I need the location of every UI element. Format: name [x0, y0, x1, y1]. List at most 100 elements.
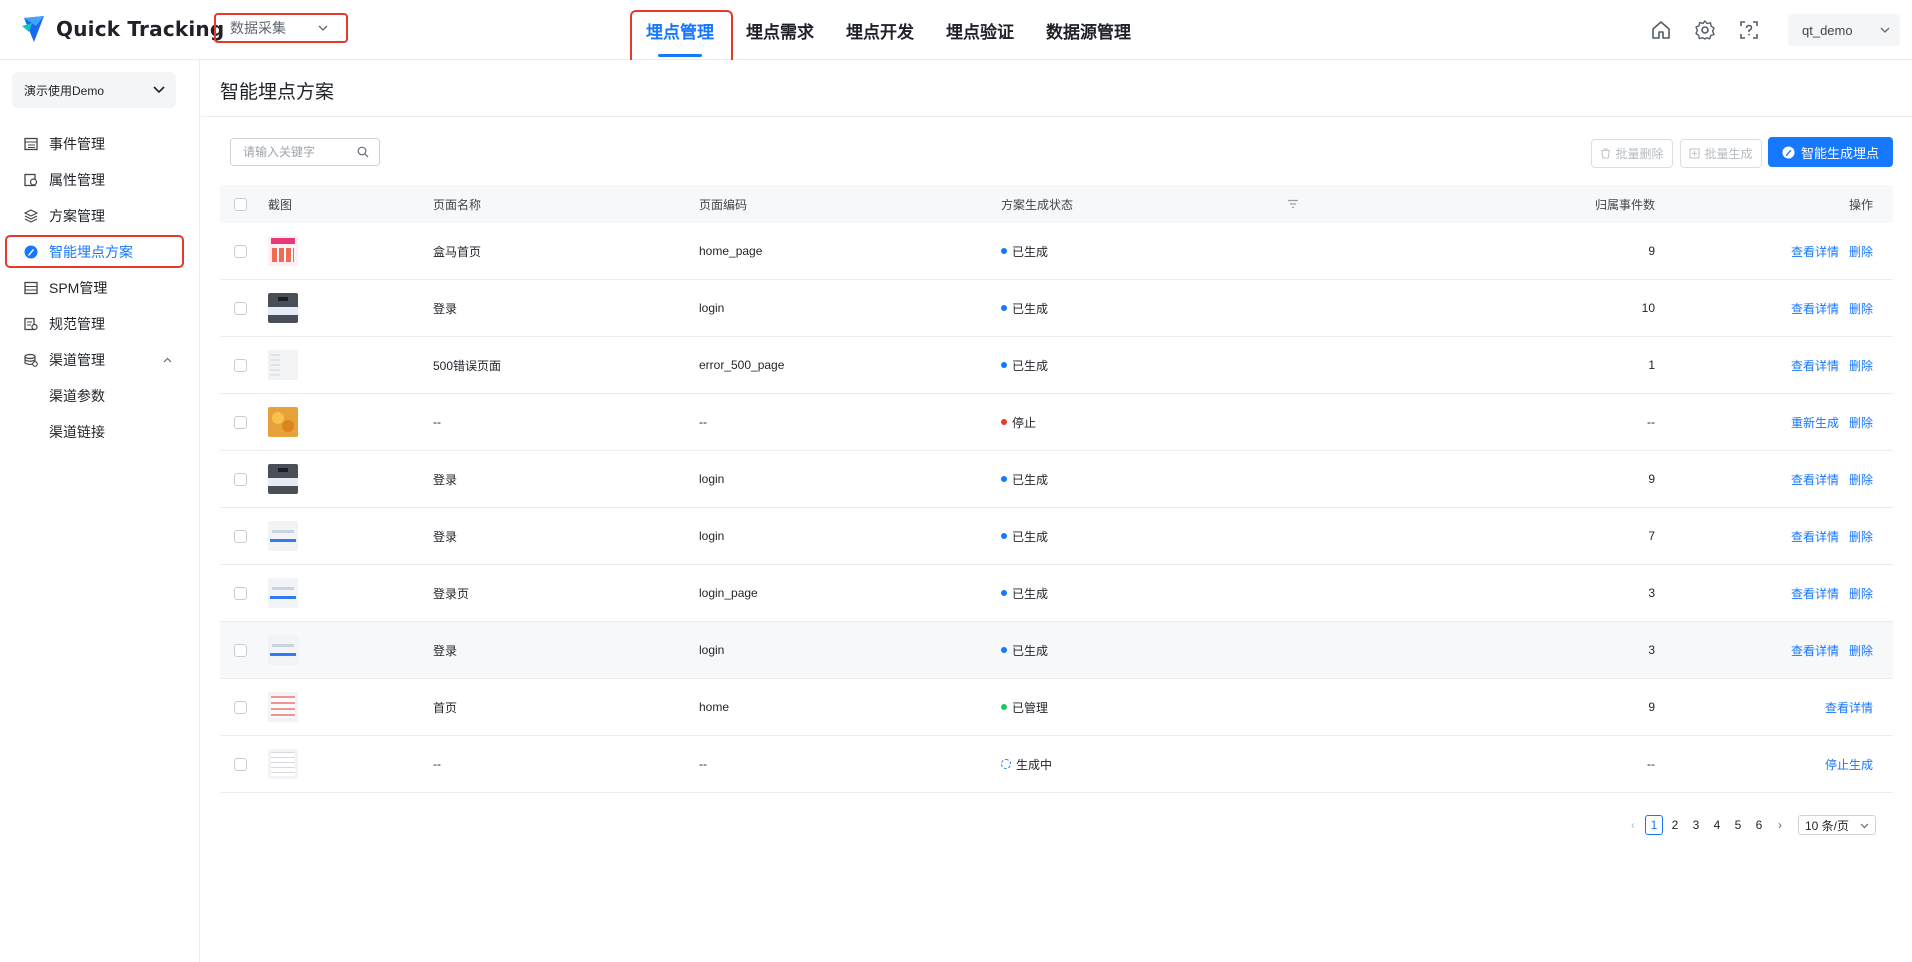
search-input[interactable] [243, 145, 353, 159]
status-dot-icon [1001, 248, 1007, 254]
event-count: 3 [1648, 586, 1655, 600]
table-row: 500错误页面 error_500_page 已生成 1 查看详情 删除 [220, 337, 1893, 394]
batch-generate-button[interactable]: 批量生成 [1680, 139, 1762, 168]
project-select[interactable]: 演示使用Demo [12, 72, 176, 108]
row-checkbox[interactable] [234, 586, 247, 600]
status-dot-icon [1001, 590, 1007, 596]
delete-link[interactable]: 删除 [1849, 414, 1873, 431]
sidebar-item-specs[interactable]: 规范管理 [0, 306, 200, 342]
select-all-checkbox[interactable] [234, 197, 247, 211]
sidebar-item-channel-params[interactable]: 渠道参数 [0, 378, 200, 414]
page-item[interactable]: 5 [1729, 815, 1747, 835]
sidebar-item-smart-tracking[interactable]: 智能埋点方案 [0, 234, 200, 270]
sidebar-item-events[interactable]: 事件管理 [0, 126, 200, 162]
row-checkbox[interactable] [234, 472, 247, 486]
home-icon[interactable] [1650, 19, 1672, 41]
next-page-icon[interactable]: › [1771, 815, 1789, 835]
nav-tracking-development[interactable]: 埋点开发 [830, 0, 930, 60]
search-field[interactable] [230, 138, 380, 166]
actions-cell: 查看详情 删除 [1655, 451, 1873, 507]
stop-generate-link[interactable]: 停止生成 [1825, 756, 1873, 773]
business-select[interactable]: 数据采集 [214, 13, 348, 43]
delete-link[interactable]: 删除 [1849, 471, 1873, 488]
sidebar-item-plans[interactable]: 方案管理 [0, 198, 200, 234]
trash-icon [1601, 148, 1611, 159]
column-header: 页面名称 [433, 197, 482, 212]
sidebar-item-channels[interactable]: 渠道管理 [0, 342, 200, 378]
delete-link[interactable]: 删除 [1849, 300, 1873, 317]
row-checkbox[interactable] [234, 757, 247, 771]
sidebar-item-properties[interactable]: 属性管理 [0, 162, 200, 198]
page-title: 智能埋点方案 [220, 82, 335, 103]
page-item[interactable]: 1 [1645, 815, 1663, 835]
screenshot-thumbnail[interactable] [268, 350, 298, 380]
view-details-link[interactable]: 查看详情 [1791, 585, 1839, 602]
page-size-select[interactable]: 10 条/页 [1798, 815, 1876, 835]
delete-link[interactable]: 删除 [1849, 243, 1873, 260]
regenerate-link[interactable]: 重新生成 [1791, 414, 1839, 431]
nav-tracking-verification[interactable]: 埋点验证 [930, 0, 1030, 60]
screenshot-thumbnail[interactable] [268, 635, 298, 665]
row-checkbox[interactable] [234, 415, 247, 429]
status-cell: 已生成 [1001, 565, 1048, 621]
delete-link[interactable]: 删除 [1849, 585, 1873, 602]
event-count-cell: 9 [1320, 451, 1655, 507]
event-count: 9 [1648, 472, 1655, 486]
filter-icon[interactable] [1287, 199, 1299, 209]
view-details-link[interactable]: 查看详情 [1791, 528, 1839, 545]
user-menu[interactable]: qt_demo [1788, 14, 1900, 46]
screenshot-thumbnail[interactable] [268, 749, 298, 779]
view-details-link[interactable]: 查看详情 [1791, 357, 1839, 374]
page-name: 登录 [433, 301, 458, 316]
row-check-cell [234, 280, 247, 336]
page-item[interactable]: 6 [1750, 815, 1768, 835]
row-checkbox[interactable] [234, 700, 247, 714]
view-details-link[interactable]: 查看详情 [1791, 300, 1839, 317]
row-checkbox[interactable] [234, 244, 247, 258]
row-checkbox[interactable] [234, 529, 247, 543]
main-content: 智能埋点方案 批量删除 批量生成 智能生成埋点 截图 页面名称 页面编码 方案生… [201, 60, 1912, 962]
delete-link[interactable]: 删除 [1849, 357, 1873, 374]
smart-icon [1782, 145, 1795, 159]
page-item[interactable]: 4 [1708, 815, 1726, 835]
page-name-cell: 登录 [433, 622, 457, 678]
page-item[interactable]: 2 [1666, 815, 1684, 835]
nav-tracking-management[interactable]: 埋点管理 [630, 0, 733, 69]
row-checkbox[interactable] [234, 358, 247, 372]
screenshot-thumbnail[interactable] [268, 236, 298, 266]
app-logo[interactable]: Quick Tracking [20, 14, 224, 44]
sidebar-item-channel-links[interactable]: 渠道链接 [0, 414, 200, 450]
row-checkbox[interactable] [234, 643, 247, 657]
screenshot-thumbnail[interactable] [268, 521, 298, 551]
view-details-link[interactable]: 查看详情 [1791, 243, 1839, 260]
column-header: 页面编码 [699, 197, 748, 212]
nav-label: 埋点需求 [746, 22, 814, 42]
screenshot-thumbnail[interactable] [268, 578, 298, 608]
help-scan-icon[interactable] [1738, 19, 1760, 41]
logo-icon [22, 16, 44, 42]
screenshot-thumbnail[interactable] [268, 692, 298, 722]
header-check-cell [234, 185, 247, 223]
row-checkbox[interactable] [234, 301, 247, 315]
view-details-link[interactable]: 查看详情 [1825, 699, 1873, 716]
sidebar-item-spm[interactable]: SPM管理 [0, 270, 200, 306]
view-details-link[interactable]: 查看详情 [1791, 642, 1839, 659]
nav-tracking-requirements[interactable]: 埋点需求 [730, 0, 830, 60]
page-code: login [699, 301, 725, 315]
nav-datasource-management[interactable]: 数据源管理 [1030, 0, 1147, 60]
batch-delete-button[interactable]: 批量删除 [1591, 139, 1673, 168]
screenshot-thumbnail[interactable] [268, 293, 298, 323]
prev-page-icon[interactable]: ‹ [1624, 815, 1642, 835]
page-name-cell: -- [433, 736, 441, 792]
delete-link[interactable]: 删除 [1849, 528, 1873, 545]
row-check-cell [234, 337, 247, 393]
row-check-cell [234, 223, 247, 279]
gear-icon[interactable] [1694, 19, 1716, 41]
delete-link[interactable]: 删除 [1849, 642, 1873, 659]
view-details-link[interactable]: 查看详情 [1791, 471, 1839, 488]
screenshot-thumbnail[interactable] [268, 464, 298, 494]
smart-generate-button[interactable]: 智能生成埋点 [1768, 137, 1893, 167]
screenshot-thumbnail[interactable] [268, 407, 298, 437]
page-item[interactable]: 3 [1687, 815, 1705, 835]
status-text: 已生成 [1012, 643, 1049, 658]
